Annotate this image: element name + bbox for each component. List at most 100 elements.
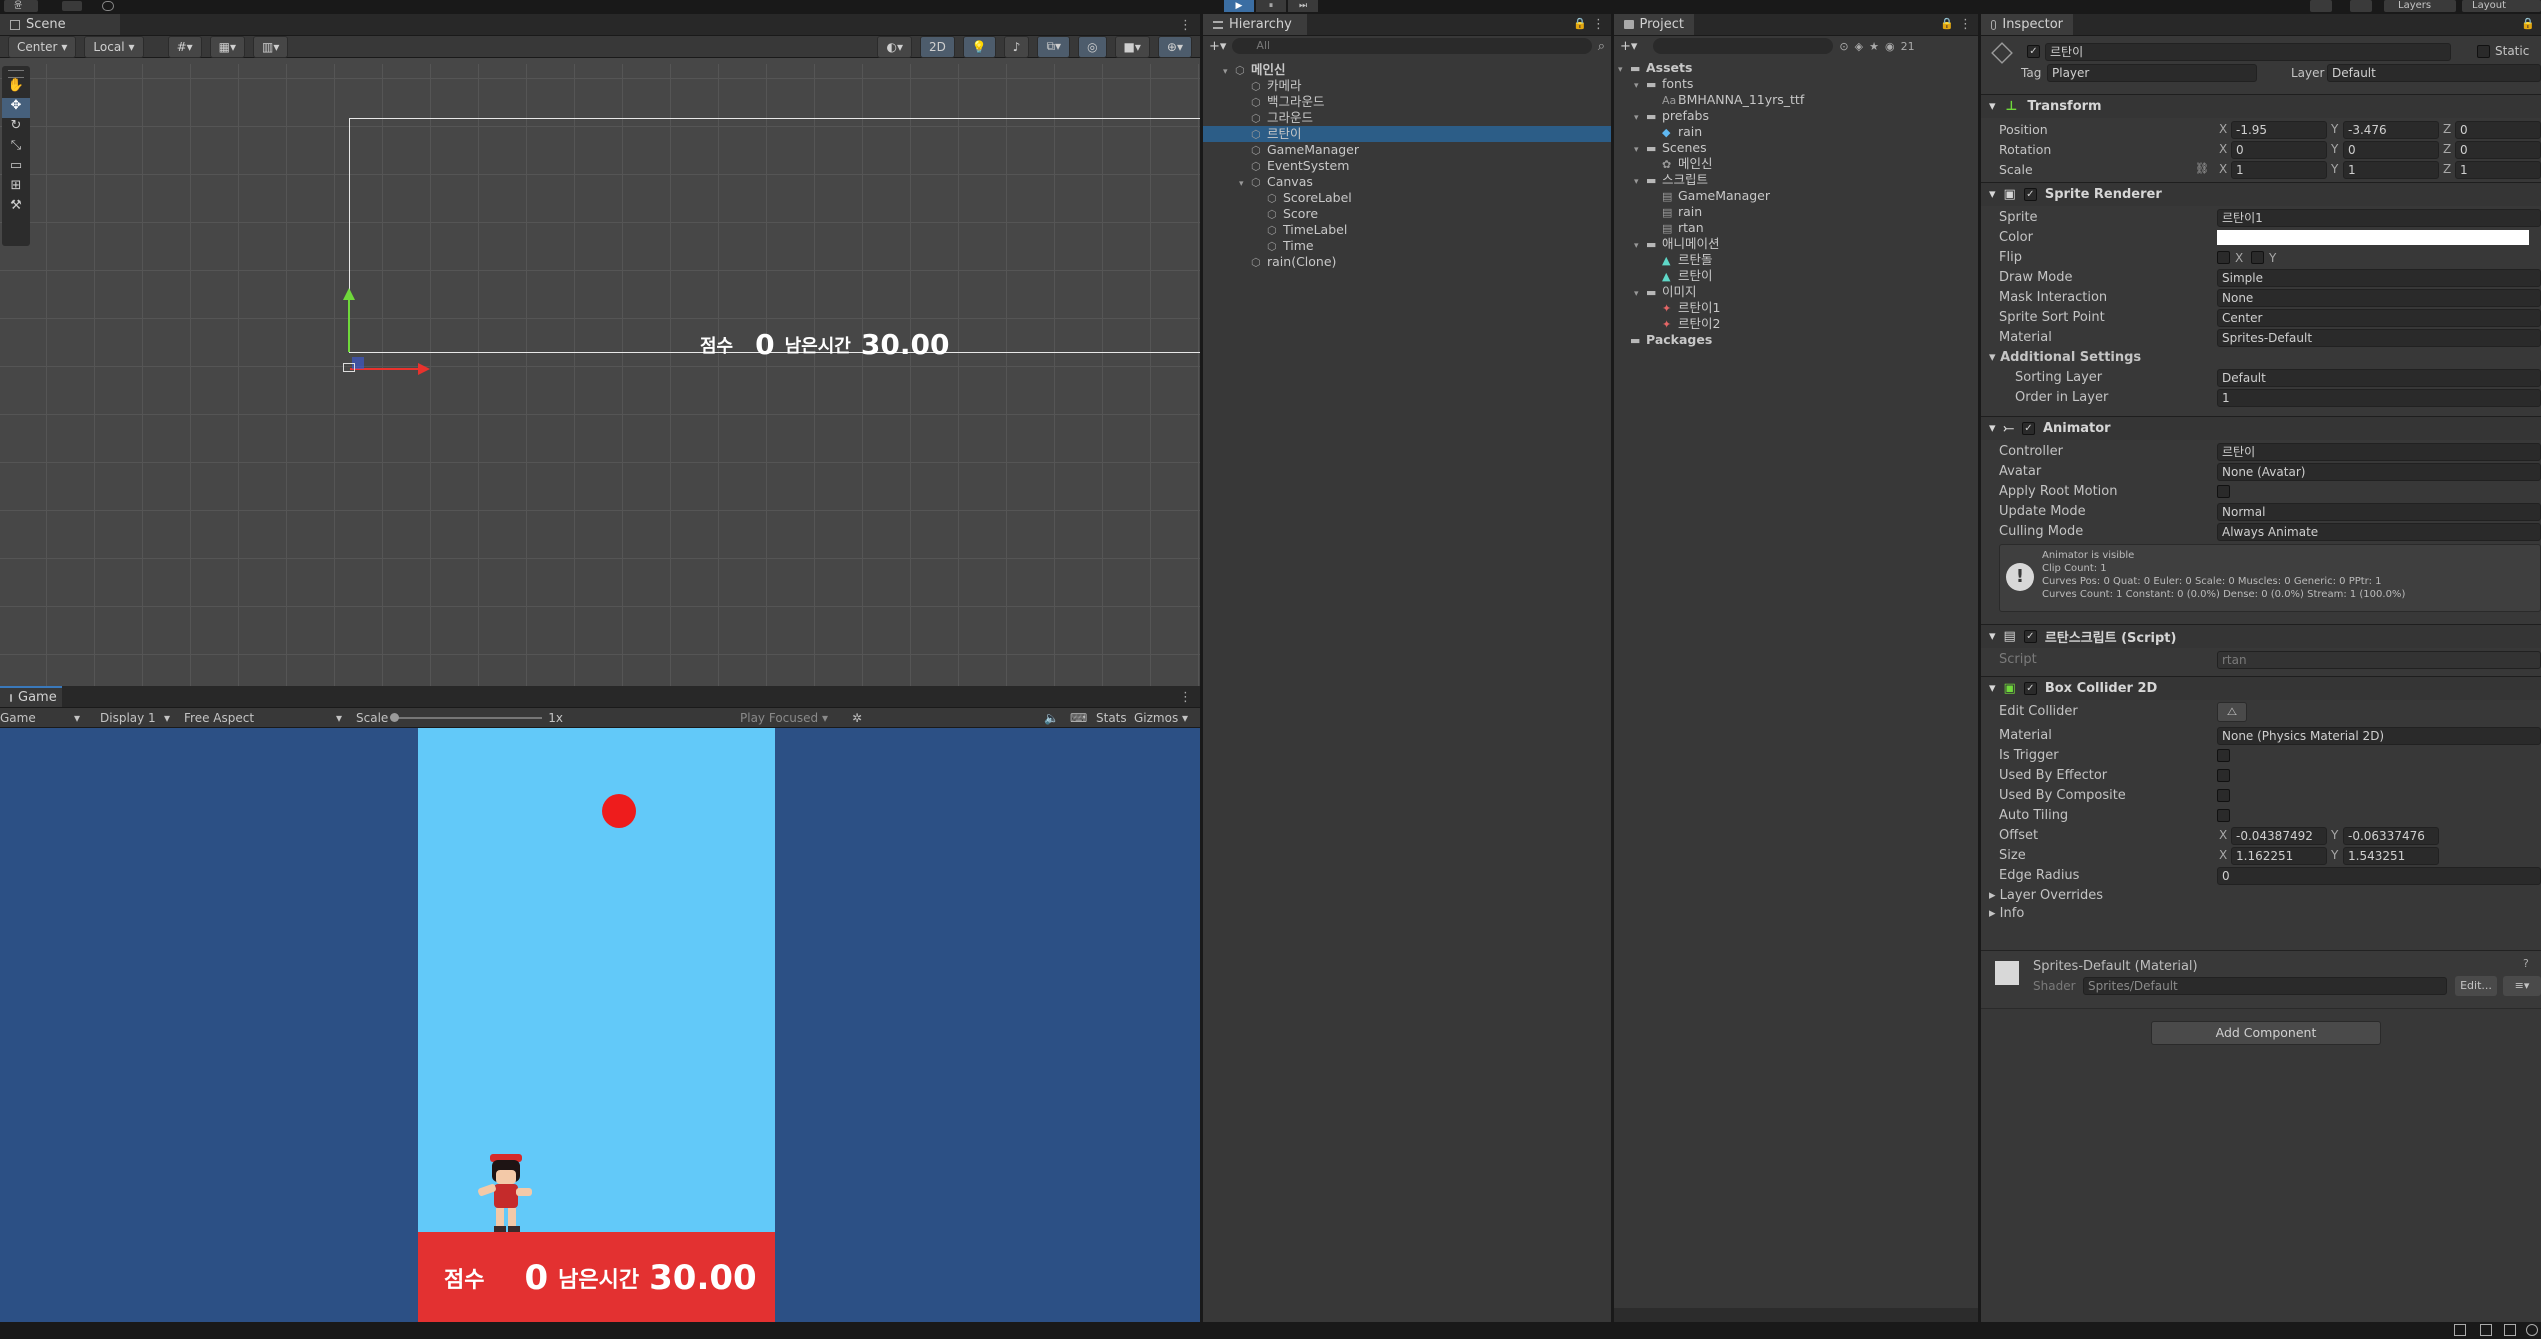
position-x-field[interactable]: -1.95	[2231, 121, 2327, 139]
hand-tool-icon[interactable]: ✋	[2, 78, 30, 98]
foldout-arrow-icon[interactable]: ▾	[1634, 78, 1646, 94]
script-header[interactable]: ▾ ▤ ✓ 르탄스크립트 (Script)	[1981, 624, 2541, 648]
tag-dropdown[interactable]: Player	[2047, 64, 2257, 82]
flip-x-checkbox[interactable]	[2217, 251, 2230, 264]
pause-button[interactable]: ⏸	[1256, 0, 1286, 12]
play-focused-dropdown[interactable]: Play Focused ▾	[740, 711, 828, 725]
project-scrollbar[interactable]	[1614, 1308, 1978, 1322]
slider-track[interactable]	[390, 712, 543, 722]
used-by-effector-checkbox[interactable]	[2217, 769, 2230, 782]
history-toolbar-icon[interactable]	[2310, 0, 2332, 12]
account-button[interactable]: 윤	[4, 0, 38, 12]
mute-icon[interactable]: 🔈	[1044, 711, 1059, 725]
gizmos-dropdown[interactable]: ⊕▾	[1157, 35, 1192, 58]
sprite-renderer-enabled-checkbox[interactable]: ✓	[2023, 188, 2037, 201]
move-tool-icon[interactable]: ✥	[2, 98, 30, 118]
display-dropdown[interactable]: Display 1 ▾	[94, 711, 170, 725]
step-button[interactable]: ⏭	[1288, 0, 1318, 12]
scale-x-field[interactable]: 1	[2231, 161, 2327, 179]
add-object-button[interactable]: +▾	[1209, 39, 1226, 54]
search-by-type-icon[interactable]: ⊙	[1839, 40, 1848, 53]
avatar-field[interactable]: None (Avatar)	[2217, 463, 2541, 481]
gizmos-button[interactable]: Gizmos ▾	[1134, 711, 1188, 725]
add-component-button[interactable]: Add Component	[2151, 1021, 2381, 1045]
audio-toggle[interactable]: ♪	[1003, 35, 1030, 58]
hierarchy-item[interactable]: ⬡ 백그라운드	[1203, 94, 1611, 110]
sprite-sort-point-dropdown[interactable]: Center	[2217, 309, 2541, 327]
sprite-field[interactable]: 르탄이1	[2217, 209, 2541, 227]
camera-dropdown[interactable]: ■▾	[1114, 35, 1150, 58]
active-checkbox[interactable]: ✓	[2027, 45, 2040, 58]
foldout-arrow-icon[interactable]: ▾	[1223, 64, 1235, 80]
transform-tool-icon[interactable]: ⊞	[2, 178, 30, 198]
edit-collider-button[interactable]: ⧍	[2217, 702, 2247, 722]
project-item[interactable]: ▤ rtan	[1614, 220, 1978, 236]
increment-dropdown[interactable]: ▥▾	[253, 35, 289, 58]
layer-dropdown[interactable]: Default	[2327, 64, 2541, 82]
draw-mode-dropdown[interactable]: Simple	[2217, 269, 2541, 287]
status-icon[interactable]	[2454, 1324, 2466, 1336]
hierarchy-item[interactable]: ⬡ EventSystem	[1203, 158, 1611, 174]
hierarchy-item[interactable]: ▾ ⬡ Canvas	[1203, 174, 1611, 190]
tab-game[interactable]: Game	[0, 686, 62, 707]
hierarchy-kebab-icon[interactable]: ⋮	[1592, 17, 1605, 32]
project-item[interactable]: ▲ 르탄이	[1614, 268, 1978, 284]
inspector-lock-icon[interactable]: 🔒	[2521, 17, 2535, 30]
project-item[interactable]: ✦ 르탄이2	[1614, 316, 1978, 332]
visibility-toggle[interactable]: ◎	[1078, 35, 1107, 58]
hierarchy-item[interactable]: ⬡ 그라운드	[1203, 110, 1611, 126]
project-item[interactable]: ▲ 르탄돌	[1614, 252, 1978, 268]
hierarchy-item[interactable]: ⬡ ScoreLabel	[1203, 190, 1611, 206]
script-enabled-checkbox[interactable]: ✓	[2023, 630, 2037, 643]
shader-menu-button[interactable]: ≡▾	[2503, 976, 2541, 996]
project-search-input[interactable]	[1653, 38, 1834, 54]
space-dropdown[interactable]: Local ▾	[84, 35, 144, 58]
hierarchy-item[interactable]: ⬡ 르탄이	[1203, 126, 1611, 142]
auto-tiling-checkbox[interactable]	[2217, 809, 2230, 822]
hierarchy-item[interactable]: ⬡ Score	[1203, 206, 1611, 222]
y-axis-handle[interactable]	[348, 298, 350, 352]
project-item[interactable]: ▾ ▬ 애니메이션	[1614, 236, 1978, 252]
sorting-layer-dropdown[interactable]: Default	[2217, 369, 2541, 387]
search-filter-icon[interactable]: ⌕	[1598, 39, 1605, 54]
hierarchy-item[interactable]: ⬡ rain(Clone)	[1203, 254, 1611, 270]
collider-material-field[interactable]: None (Physics Material 2D)	[2217, 727, 2541, 745]
project-item[interactable]: ▬ Packages	[1614, 332, 1978, 348]
controller-field[interactable]: 르탄이	[2217, 443, 2541, 461]
project-item[interactable]: ▾ ▬ 이미지	[1614, 284, 1978, 300]
hierarchy-item[interactable]: ▾ ⬡ 메인신	[1203, 62, 1611, 78]
info-foldout[interactable]: ▸ Info	[1989, 906, 2024, 921]
sprite-renderer-header[interactable]: ▾ ▣ ✓ Sprite Renderer	[1981, 182, 2541, 206]
grid-snap-dropdown[interactable]: #▾	[167, 35, 202, 58]
project-item[interactable]: ▾ ▬ 스크립트	[1614, 172, 1978, 188]
lock-icon[interactable]: 🔒	[1573, 17, 1587, 30]
status-icon[interactable]	[2504, 1324, 2516, 1336]
project-item[interactable]: ▤ GameManager	[1614, 188, 1978, 204]
foldout-arrow-icon[interactable]: ▾	[1634, 238, 1646, 254]
offset-y-field[interactable]: -0.06337476	[2343, 827, 2439, 845]
tab-inspector[interactable]: Inspector	[1981, 14, 2073, 35]
custom-tool-icon[interactable]: ⚒	[2, 198, 30, 218]
color-swatch[interactable]	[2217, 230, 2529, 245]
project-item[interactable]: Aa BMHANNA_11yrs_ttf	[1614, 92, 1978, 108]
favorites-icon[interactable]: ★	[1869, 40, 1879, 53]
flip-y-checkbox[interactable]	[2251, 251, 2264, 264]
offset-x-field[interactable]: -0.04387492	[2231, 827, 2327, 845]
history-icon[interactable]	[102, 1, 114, 11]
foldout-arrow-icon[interactable]: ▾	[1634, 286, 1646, 302]
rotation-z-field[interactable]: 0	[2455, 141, 2541, 159]
static-checkbox[interactable]	[2477, 45, 2490, 58]
box-collider-header[interactable]: ▾ ▣ ✓ Box Collider 2D	[1981, 676, 2541, 700]
scale-slider[interactable]: Scale 1x	[356, 711, 563, 725]
edit-shader-button[interactable]: Edit...	[2455, 976, 2497, 996]
project-item[interactable]: ▾ ▬ Scenes	[1614, 140, 1978, 156]
create-asset-button[interactable]: +▾	[1620, 39, 1637, 54]
foldout-arrow-icon[interactable]: ▾	[1618, 62, 1630, 78]
cloud-icon[interactable]	[62, 1, 82, 11]
drag-handle[interactable]	[8, 70, 24, 78]
material-help-icon[interactable]: ?	[2523, 957, 2529, 970]
tab-scene[interactable]: Scene	[0, 14, 120, 35]
project-kebab-icon[interactable]: ⋮	[1959, 17, 1972, 32]
layer-overrides-foldout[interactable]: ▸ Layer Overrides	[1989, 888, 2103, 903]
game-view-dropdown[interactable]: Game ▾	[0, 711, 80, 725]
